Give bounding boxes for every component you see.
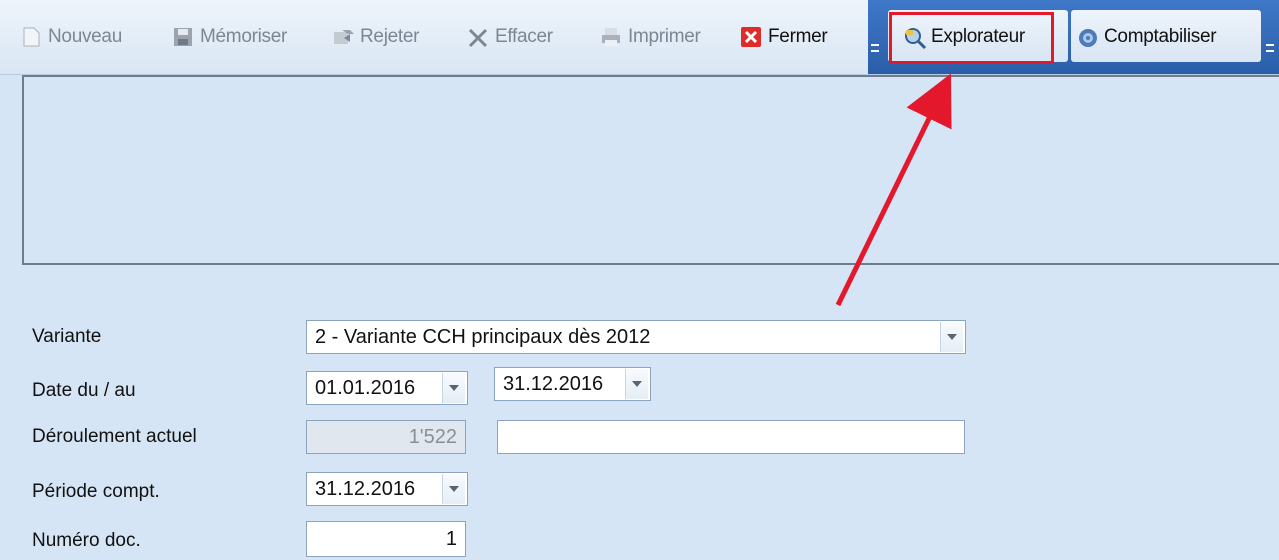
- print-button[interactable]: Imprimer: [600, 20, 701, 54]
- current-run-description-field[interactable]: [497, 420, 965, 454]
- floppy-disk-icon: [172, 26, 194, 48]
- document-number-value: 1: [445, 527, 457, 550]
- date-to-field[interactable]: 31.12.2016: [494, 367, 651, 401]
- variant-select[interactable]: 2 - Variante CCH principaux dès 2012: [306, 320, 966, 354]
- reject-button[interactable]: Rejeter: [332, 20, 419, 54]
- gear-icon: [1076, 26, 1098, 48]
- chevron-down-icon[interactable]: [442, 373, 465, 403]
- document-number-label: Numéro doc.: [32, 530, 141, 551]
- date-range-label: Date du / au: [32, 380, 136, 401]
- clear-button-label: Effacer: [495, 26, 553, 47]
- date-from-value: 01.01.2016: [315, 376, 416, 399]
- accounting-period-field[interactable]: 31.12.2016: [306, 472, 468, 506]
- chevron-down-icon[interactable]: [625, 369, 648, 399]
- toolbar: Nouveau Mémoriser Rejeter Effacer Imprim…: [0, 0, 1279, 75]
- print-button-label: Imprimer: [628, 26, 701, 47]
- current-run-value: 1'522: [408, 425, 457, 448]
- new-button-label: Nouveau: [48, 26, 122, 47]
- accounting-period-value: 31.12.2016: [315, 477, 416, 500]
- variant-label: Variante: [32, 326, 102, 347]
- post-button[interactable]: Comptabiliser: [1076, 20, 1217, 54]
- toolbar-grip-handle-right[interactable]: [1265, 30, 1275, 60]
- variant-select-value: 2 - Variante CCH principaux dès 2012: [315, 325, 651, 348]
- close-button-label: Fermer: [768, 26, 828, 47]
- current-run-field: 1'522: [306, 420, 466, 454]
- info-panel: [22, 75, 1279, 265]
- close-icon: [740, 26, 762, 48]
- document-number-field[interactable]: 1: [306, 521, 466, 557]
- reject-icon: [332, 26, 354, 48]
- new-button[interactable]: Nouveau: [20, 20, 122, 54]
- highlight-box: [889, 12, 1054, 64]
- current-run-label: Déroulement actuel: [32, 426, 197, 447]
- close-button[interactable]: Fermer: [740, 20, 828, 54]
- clear-button[interactable]: Effacer: [467, 20, 553, 54]
- save-button-label: Mémoriser: [200, 26, 288, 47]
- x-clear-icon: [467, 26, 489, 48]
- toolbar-main-section: Nouveau Mémoriser Rejeter Effacer Imprim…: [0, 0, 868, 74]
- toolbar-grip-handle[interactable]: [870, 30, 880, 60]
- date-from-field[interactable]: 01.01.2016: [306, 371, 468, 405]
- printer-icon: [600, 26, 622, 48]
- chevron-down-icon[interactable]: [940, 322, 963, 352]
- new-document-icon: [20, 26, 42, 48]
- accounting-period-label: Période compt.: [32, 481, 160, 502]
- post-button-label: Comptabiliser: [1104, 26, 1217, 47]
- reject-button-label: Rejeter: [360, 26, 420, 47]
- date-to-value: 31.12.2016: [503, 372, 604, 395]
- save-button[interactable]: Mémoriser: [172, 20, 287, 54]
- chevron-down-icon[interactable]: [442, 474, 465, 504]
